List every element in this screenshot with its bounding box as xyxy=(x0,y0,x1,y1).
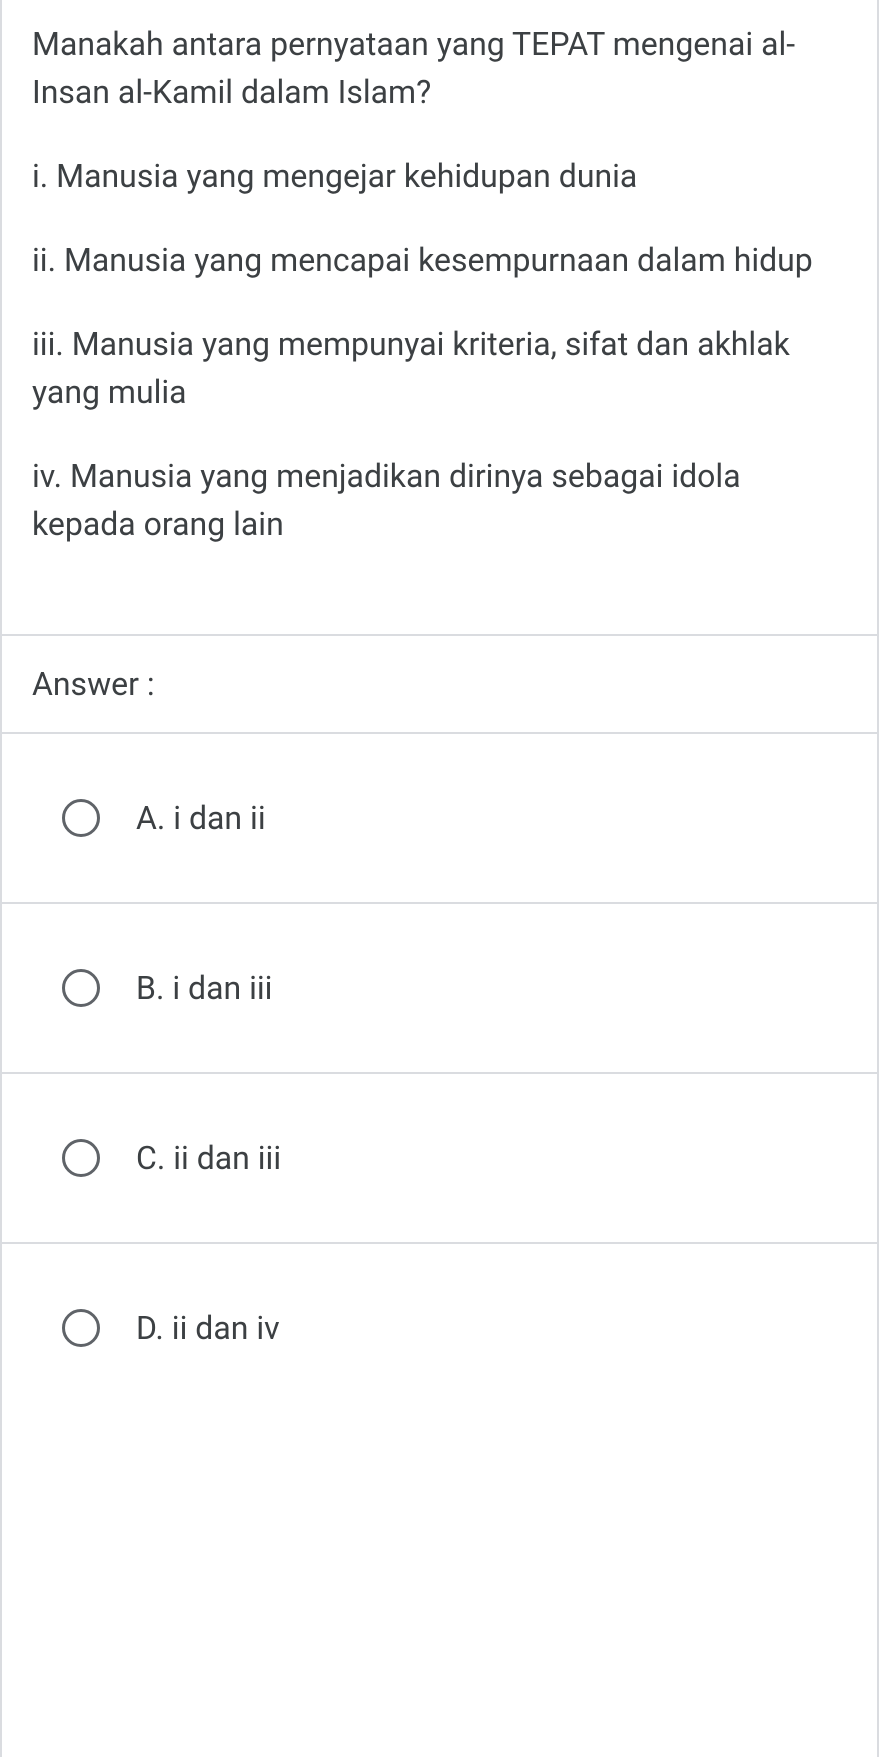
option-c[interactable]: C. ii dan iii xyxy=(2,1072,877,1242)
statement-2: ii. Manusia yang mencapai kesempurnaan d… xyxy=(32,236,847,284)
radio-icon xyxy=(62,969,100,1007)
option-label: C. ii dan iii xyxy=(136,1134,281,1182)
radio-icon xyxy=(62,1139,100,1177)
radio-icon xyxy=(62,1309,100,1347)
option-b[interactable]: B. i dan iii xyxy=(2,902,877,1072)
quiz-container: Manakah antara pernyataan yang TEPAT men… xyxy=(0,0,879,1757)
option-d[interactable]: D. ii dan iv xyxy=(2,1242,877,1412)
option-a[interactable]: A. i dan ii xyxy=(2,732,877,902)
statement-4: iv. Manusia yang menjadikan dirinya seba… xyxy=(32,452,847,548)
answer-label: Answer : xyxy=(32,665,155,703)
statement-1: i. Manusia yang mengejar kehidupan dunia xyxy=(32,152,847,200)
option-label: A. i dan ii xyxy=(136,794,266,842)
question-prompt: Manakah antara pernyataan yang TEPAT men… xyxy=(32,20,847,116)
option-label: B. i dan iii xyxy=(136,964,272,1012)
statement-3: iii. Manusia yang mempunyai kriteria, si… xyxy=(32,320,847,416)
answer-header: Answer : xyxy=(2,636,877,732)
question-section: Manakah antara pernyataan yang TEPAT men… xyxy=(2,0,877,634)
option-label: D. ii dan iv xyxy=(136,1304,280,1352)
radio-icon xyxy=(62,799,100,837)
